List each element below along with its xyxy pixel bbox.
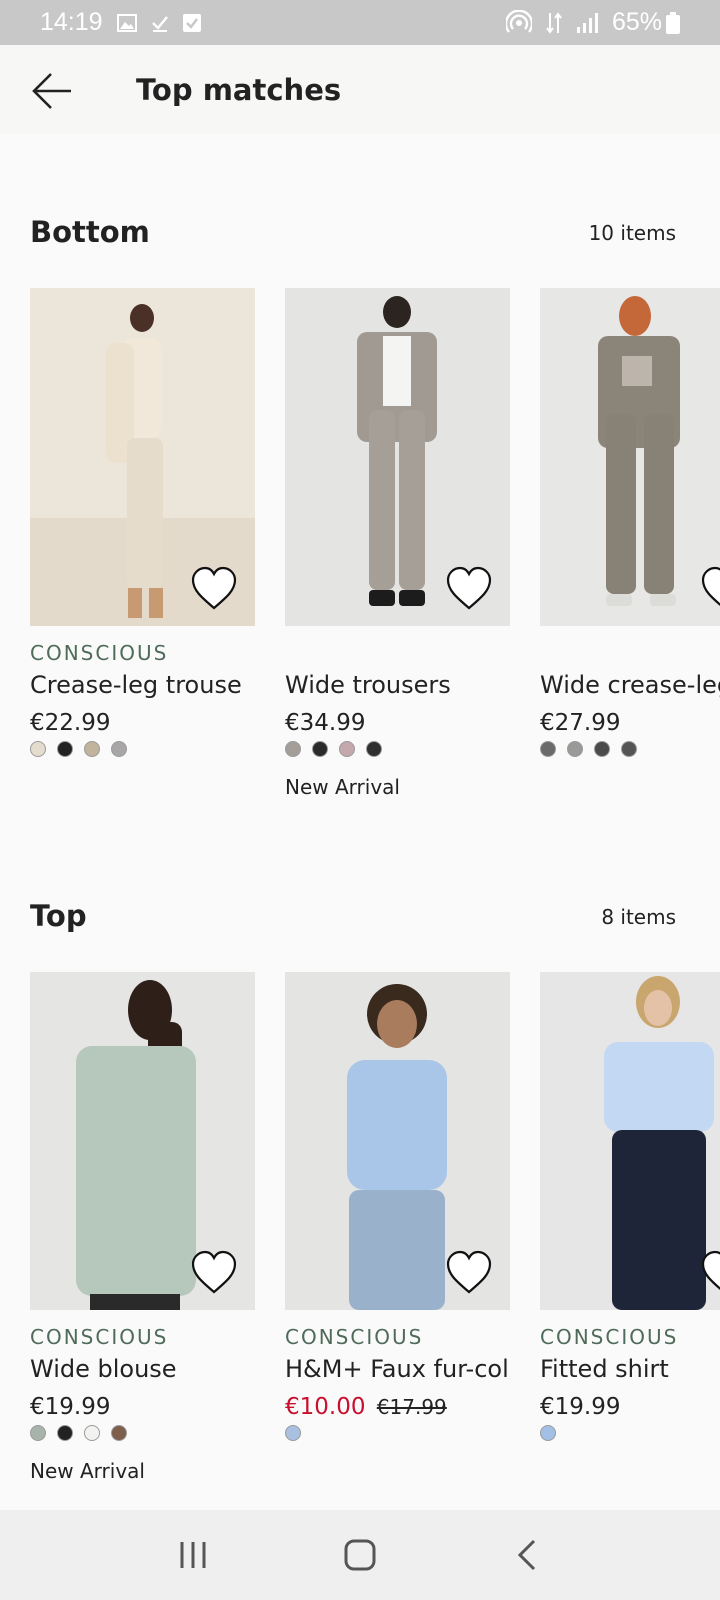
product-price: €19.99: [30, 1394, 111, 1420]
color-swatch[interactable]: [621, 741, 637, 757]
status-right: 65%: [505, 8, 680, 37]
favorite-heart-icon[interactable]: [191, 566, 237, 612]
product-price: €10.00 €17.99: [285, 1394, 447, 1420]
status-left: 14:19: [40, 8, 201, 37]
battery-percent: 65%: [611, 8, 662, 36]
back-arrow-icon: [32, 73, 71, 109]
product-tag: CONSCIOUS: [540, 1325, 679, 1349]
back-button[interactable]: [30, 69, 74, 113]
color-swatches: [285, 1425, 301, 1441]
product-name[interactable]: H&M+ Faux fur-col: [285, 1355, 525, 1383]
battery-icon: [666, 11, 680, 34]
status-time: 14:19: [40, 8, 103, 36]
favorite-heart-icon[interactable]: [446, 566, 492, 612]
section-bottom: Bottom 10 items CONSCIOUS Crease-leg tro…: [0, 215, 720, 815]
hotspot-icon: [505, 9, 532, 36]
home-button[interactable]: [330, 1530, 390, 1580]
color-swatch[interactable]: [540, 1425, 556, 1441]
product-price: €27.99: [540, 710, 621, 736]
color-swatch[interactable]: [339, 741, 355, 757]
product-price: €19.99: [540, 1394, 621, 1420]
checkbox-icon: [182, 13, 201, 32]
product-name[interactable]: Wide crease-leg: [540, 671, 720, 699]
gallery-icon: [116, 13, 137, 32]
product-price: €34.99: [285, 710, 366, 736]
product-name[interactable]: Fitted shirt: [540, 1355, 720, 1383]
color-swatch[interactable]: [285, 1425, 301, 1441]
product-tag: CONSCIOUS: [30, 641, 169, 665]
back-icon: [517, 1539, 535, 1571]
color-swatch[interactable]: [57, 1425, 73, 1441]
new-arrival-badge: New Arrival: [30, 1459, 145, 1483]
product-name[interactable]: Crease-leg trouse: [30, 671, 270, 699]
product-image[interactable]: [540, 972, 720, 1310]
original-price: €17.99: [376, 1395, 447, 1419]
product-name[interactable]: Wide trousers: [285, 671, 525, 699]
favorite-heart-icon[interactable]: [701, 566, 720, 612]
color-swatch[interactable]: [84, 1425, 100, 1441]
sale-price: €10.00: [285, 1394, 366, 1420]
home-icon: [344, 1539, 376, 1571]
color-swatch[interactable]: [111, 741, 127, 757]
favorite-heart-icon[interactable]: [191, 1250, 237, 1296]
system-back-button[interactable]: [497, 1530, 557, 1580]
color-swatches: [540, 1425, 556, 1441]
data-arrows-icon: [546, 11, 562, 35]
favorite-heart-icon[interactable]: [446, 1250, 492, 1296]
color-swatch[interactable]: [594, 741, 610, 757]
product-tag: CONSCIOUS: [285, 1325, 424, 1349]
color-swatches: [540, 741, 637, 757]
color-swatch[interactable]: [567, 741, 583, 757]
color-swatch[interactable]: [57, 741, 73, 757]
favorite-heart-icon[interactable]: [701, 1250, 720, 1296]
product-carousel[interactable]: CONSCIOUS Wide blouse €19.99 New Arrival: [30, 972, 720, 1532]
color-swatch[interactable]: [285, 741, 301, 757]
color-swatches: [285, 741, 382, 757]
section-title: Top: [30, 899, 87, 933]
recent-apps-icon: [180, 1542, 206, 1568]
status-bar: 14:19 65%: [0, 0, 720, 45]
system-nav-bar: [0, 1510, 720, 1600]
app-header: Top matches: [0, 45, 720, 133]
new-arrival-badge: New Arrival: [285, 775, 400, 799]
section-count[interactable]: 8 items: [601, 905, 676, 929]
color-swatch[interactable]: [540, 741, 556, 757]
product-image[interactable]: [540, 288, 720, 626]
recent-apps-button[interactable]: [163, 1530, 223, 1580]
page-title: Top matches: [136, 73, 342, 107]
color-swatch[interactable]: [366, 741, 382, 757]
color-swatches: [30, 741, 127, 757]
section-title: Bottom: [30, 215, 150, 249]
product-tag: CONSCIOUS: [30, 1325, 169, 1349]
color-swatch[interactable]: [312, 741, 328, 757]
section-top: Top 8 items CONSCIOUS Wide blouse €19.99: [0, 899, 720, 1499]
check-icon: [151, 14, 169, 32]
color-swatch[interactable]: [84, 741, 100, 757]
color-swatch[interactable]: [30, 1425, 46, 1441]
section-count[interactable]: 10 items: [589, 221, 676, 245]
color-swatches: [30, 1425, 127, 1441]
product-name[interactable]: Wide blouse: [30, 1355, 270, 1383]
color-swatch[interactable]: [111, 1425, 127, 1441]
color-swatch[interactable]: [30, 741, 46, 757]
product-carousel[interactable]: CONSCIOUS Crease-leg trouse €22.99 Wide …: [30, 288, 720, 848]
signal-icon: [576, 12, 598, 34]
product-price: €22.99: [30, 710, 111, 736]
